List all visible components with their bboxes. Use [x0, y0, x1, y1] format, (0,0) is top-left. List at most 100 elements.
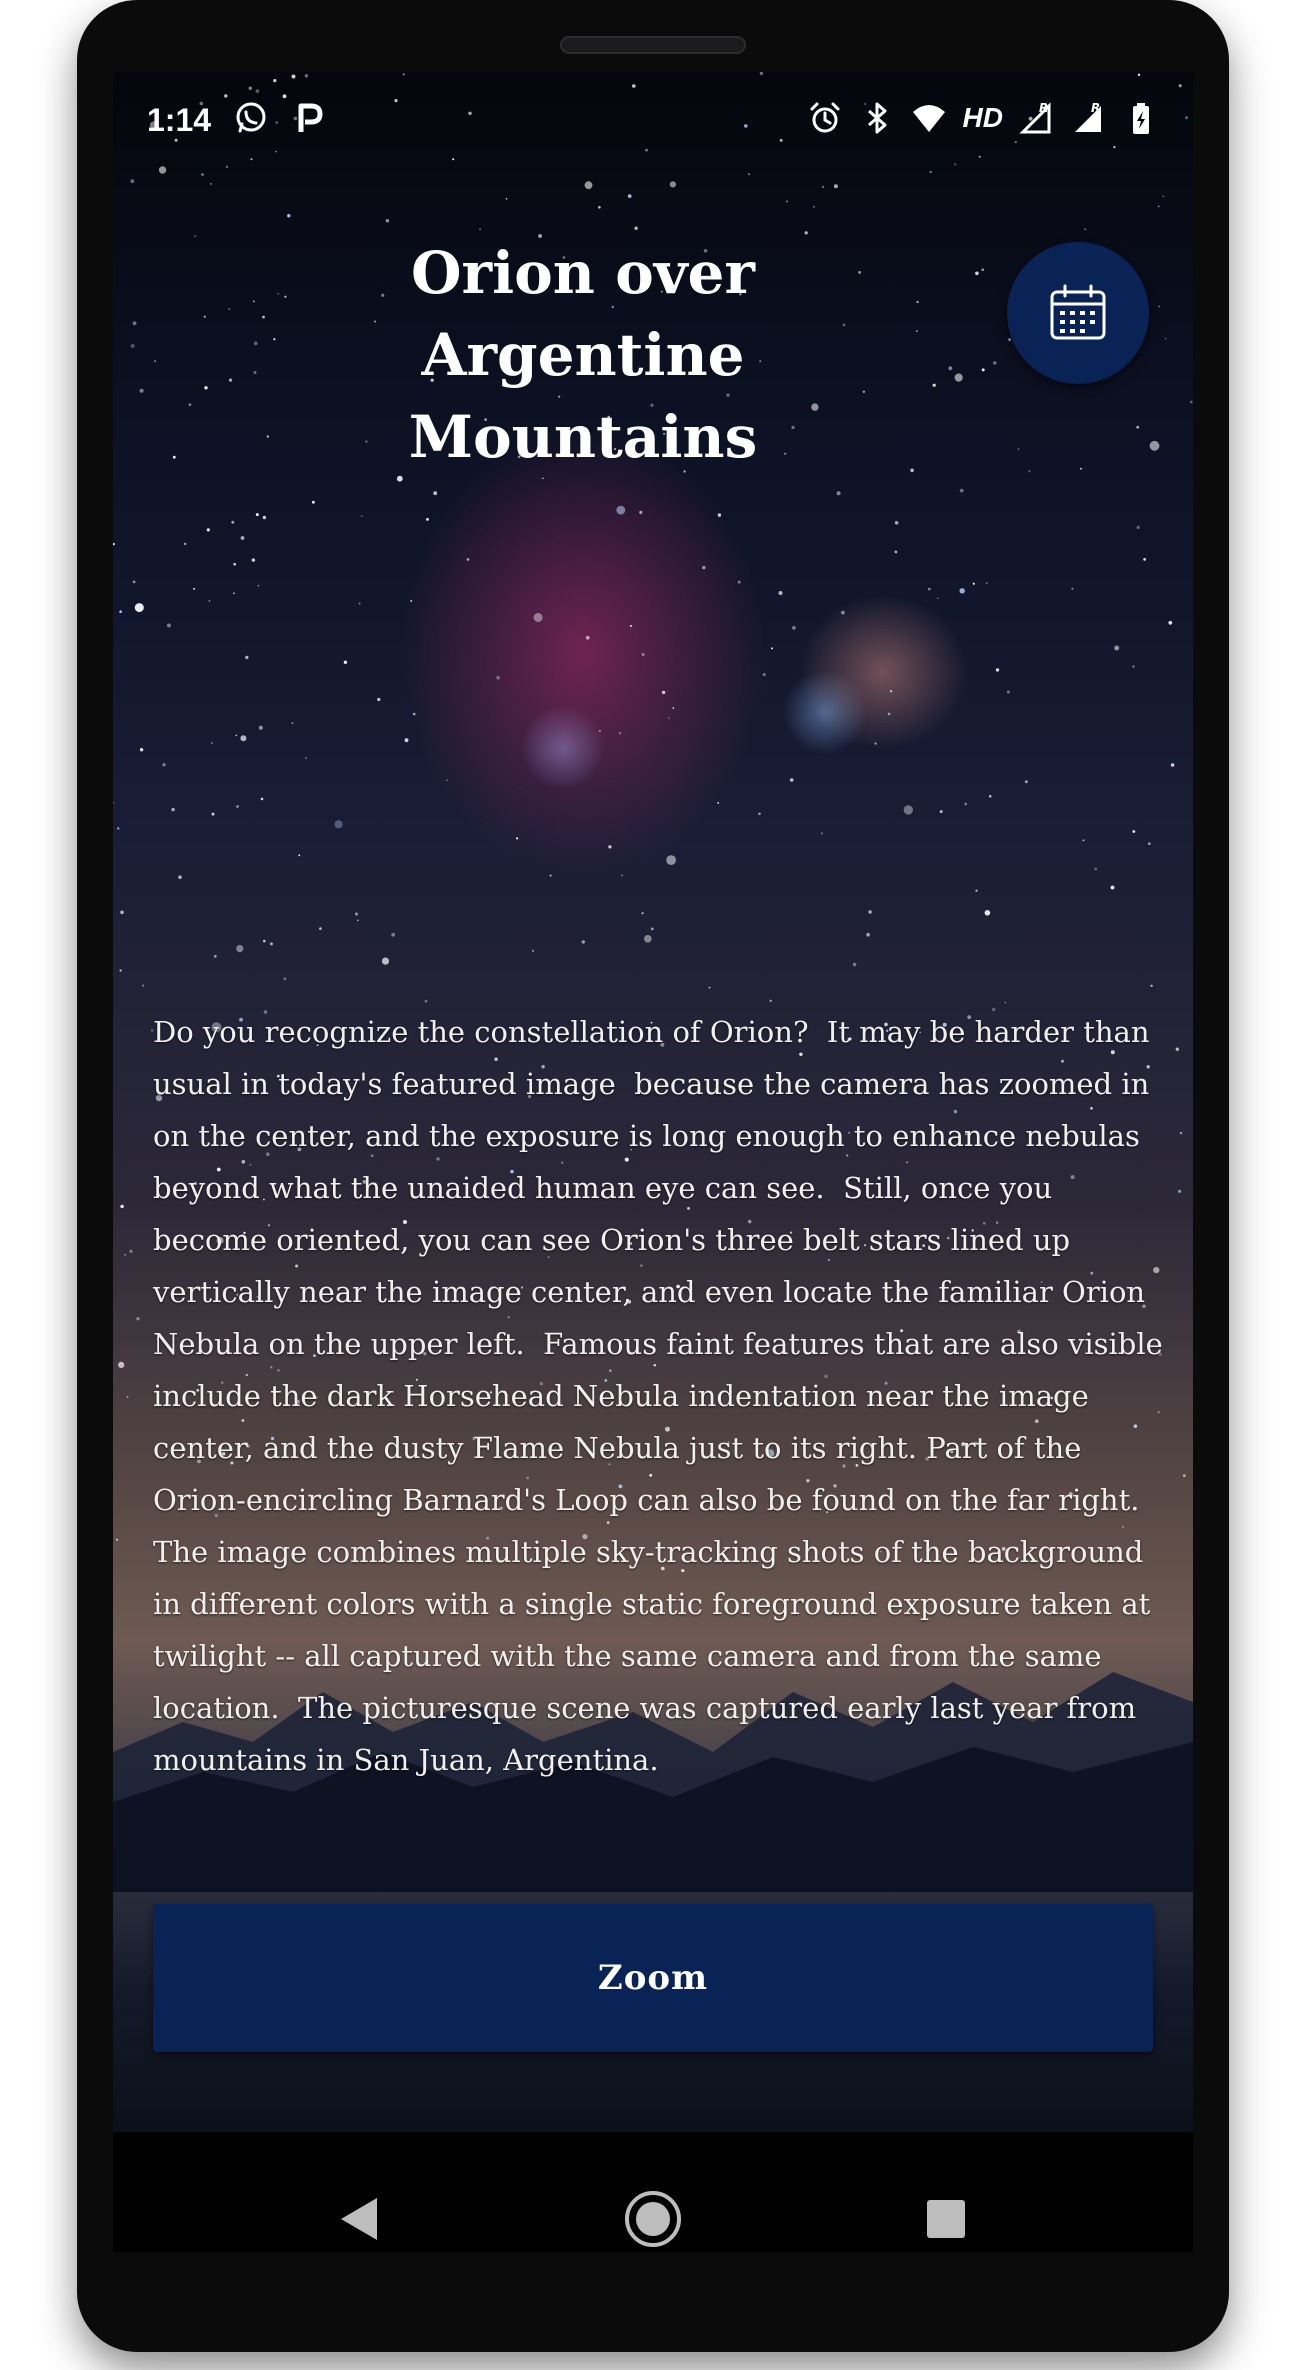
- star: [903, 805, 913, 815]
- star: [412, 712, 416, 716]
- star: [629, 625, 632, 627]
- star: [598, 729, 601, 733]
- svg-text:R: R: [1039, 101, 1048, 115]
- star: [866, 932, 870, 937]
- star: [240, 735, 247, 742]
- star: [201, 173, 204, 176]
- star: [1178, 1189, 1182, 1193]
- star: [236, 805, 239, 808]
- star: [1094, 867, 1098, 871]
- svg-text:R: R: [1091, 101, 1100, 115]
- star: [360, 515, 363, 518]
- star: [120, 1204, 124, 1209]
- star: [166, 623, 171, 628]
- star: [1136, 525, 1140, 529]
- star: [113, 802, 114, 804]
- star: [672, 707, 675, 709]
- star: [377, 697, 381, 702]
- star: [496, 675, 500, 680]
- star: [132, 321, 137, 326]
- star: [1008, 338, 1011, 341]
- star: [206, 528, 210, 532]
- star: [134, 603, 144, 613]
- zoom-button[interactable]: Zoom: [153, 1904, 1153, 2052]
- star: [1182, 1474, 1186, 1478]
- star: [113, 542, 115, 546]
- star: [466, 558, 470, 561]
- star: [1071, 587, 1074, 590]
- star: [208, 600, 211, 602]
- star: [616, 505, 626, 515]
- star: [1004, 1001, 1007, 1004]
- star: [634, 226, 638, 230]
- star: [836, 491, 841, 496]
- star: [821, 185, 825, 188]
- star: [210, 742, 213, 744]
- star: [627, 194, 632, 198]
- star: [228, 378, 233, 382]
- star: [1084, 228, 1087, 231]
- bluetooth-icon: [867, 102, 887, 134]
- recents-square-icon[interactable]: [911, 2184, 981, 2252]
- star: [298, 854, 301, 857]
- star: [410, 600, 413, 602]
- signal-icon: R: [1075, 101, 1101, 132]
- star: [758, 812, 761, 816]
- star: [661, 690, 666, 695]
- star: [1164, 337, 1167, 340]
- star: [650, 927, 654, 931]
- star: [130, 344, 135, 348]
- star: [771, 647, 773, 650]
- star: [641, 653, 645, 656]
- star: [343, 660, 348, 664]
- star: [1150, 984, 1153, 987]
- star: [1080, 467, 1082, 470]
- wifi-icon: [912, 105, 945, 132]
- star: [245, 655, 249, 660]
- star: [1006, 690, 1010, 694]
- star: [666, 855, 676, 865]
- star: [717, 513, 722, 517]
- star: [792, 626, 796, 630]
- star: [305, 757, 307, 759]
- star: [1110, 885, 1115, 890]
- star: [129, 1249, 133, 1253]
- star: [894, 550, 898, 554]
- star: [1170, 763, 1175, 767]
- star: [894, 521, 899, 525]
- star: [119, 610, 122, 613]
- star: [287, 214, 291, 218]
- status-time: 1:14: [147, 102, 212, 138]
- star: [737, 580, 741, 584]
- star: [1157, 205, 1160, 208]
- star: [852, 962, 857, 967]
- star: [641, 912, 644, 915]
- star: [355, 912, 358, 916]
- star: [426, 518, 429, 521]
- home-circle-icon[interactable]: [618, 2184, 688, 2252]
- star: [319, 927, 322, 930]
- star: [748, 173, 750, 176]
- star: [618, 732, 621, 735]
- star: [183, 542, 187, 546]
- star: [162, 763, 166, 767]
- star: [778, 591, 783, 595]
- star: [789, 778, 794, 782]
- status-right-icons: HD R R: [807, 100, 1159, 136]
- star: [954, 373, 963, 382]
- star: [608, 845, 612, 849]
- star: [993, 361, 997, 365]
- star: [786, 200, 788, 203]
- star: [1028, 470, 1031, 473]
- star: [868, 910, 872, 914]
- calendar-button[interactable]: [1007, 242, 1149, 384]
- star: [204, 386, 208, 390]
- back-triangle-icon[interactable]: [327, 2184, 397, 2252]
- star: [1190, 400, 1193, 404]
- star: [1162, 195, 1165, 198]
- star: [424, 999, 428, 1003]
- star: [1175, 1047, 1180, 1051]
- star: [549, 874, 552, 877]
- status-left-icons: [233, 100, 327, 136]
- star: [118, 1361, 125, 1368]
